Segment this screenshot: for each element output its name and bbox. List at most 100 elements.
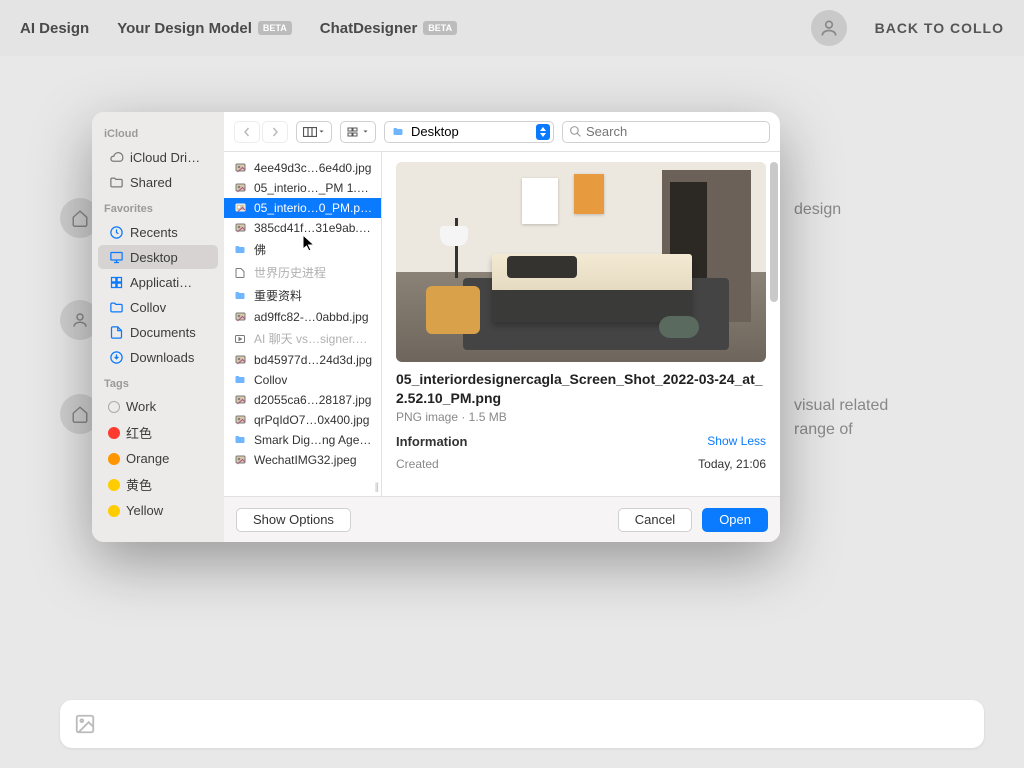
- sidebar-item-label: Downloads: [130, 350, 194, 365]
- file-name-label: 4ee49d3c…6e4d0.jpg: [254, 161, 371, 175]
- back-button[interactable]: [234, 121, 260, 143]
- search-icon: [569, 125, 582, 138]
- download-icon: [108, 349, 124, 365]
- file-row[interactable]: 4ee49d3c…6e4d0.jpg: [224, 158, 381, 178]
- grid-icon: [347, 127, 361, 137]
- forward-button[interactable]: [262, 121, 288, 143]
- sidebar-tag-yellow[interactable]: Yellow: [98, 499, 218, 522]
- file-type-icon: [232, 353, 248, 367]
- search-field[interactable]: [562, 121, 770, 143]
- tag-dot-icon: [108, 479, 120, 491]
- clock-icon: [108, 224, 124, 240]
- dialog-main: Desktop 4ee49d3c…6e4d0.jpg 05_interio…_PM…: [224, 112, 780, 542]
- file-type-icon: [232, 393, 248, 407]
- sidebar-item-label: Desktop: [130, 250, 178, 265]
- beta-badge: BETA: [423, 21, 457, 35]
- sidebar-item-documents[interactable]: Documents: [98, 320, 218, 344]
- folder-shared-icon: [108, 174, 124, 190]
- toolbar: Desktop: [224, 112, 780, 152]
- preview-scrollbar[interactable]: [770, 162, 778, 446]
- file-row[interactable]: 05_interio…_PM 1.png: [224, 178, 381, 198]
- search-input[interactable]: [586, 124, 763, 139]
- file-type-icon: [232, 453, 248, 467]
- group-by-button[interactable]: [340, 121, 376, 143]
- view-columns-button[interactable]: [296, 121, 332, 143]
- file-name-label: Smark Dig…ng Agency: [254, 433, 373, 447]
- sidebar-item-desktop[interactable]: Desktop: [98, 245, 218, 269]
- folder-icon: [108, 299, 124, 315]
- preview-pane: 05_interiordesignercagla_Screen_Shot_202…: [382, 152, 780, 496]
- show-less-toggle[interactable]: Show Less: [707, 434, 766, 448]
- tag-dot-icon: [108, 453, 120, 465]
- file-type-icon: [232, 289, 248, 303]
- file-row[interactable]: 385cd41f…31e9ab.jpg: [224, 218, 381, 238]
- file-name-label: AI 聊天 vs…signer.mov: [254, 330, 373, 347]
- stepper-icon: [536, 124, 550, 140]
- preview-filename: 05_interiordesignercagla_Screen_Shot_202…: [396, 370, 766, 408]
- user-avatar[interactable]: [811, 10, 847, 46]
- file-list[interactable]: 4ee49d3c…6e4d0.jpg 05_interio…_PM 1.png05…: [224, 152, 382, 496]
- sidebar-item-applications[interactable]: Applicati…: [98, 270, 218, 294]
- sidebar-tag-work[interactable]: Work: [98, 395, 218, 418]
- file-row[interactable]: AI 聊天 vs…signer.mov: [224, 327, 381, 350]
- sidebar-item-downloads[interactable]: Downloads: [98, 345, 218, 369]
- columns-icon: [303, 127, 317, 137]
- sidebar-item-label: Yellow: [126, 503, 163, 518]
- back-link[interactable]: BACK TO COLLO: [875, 20, 1004, 36]
- info-value: Today, 21:06: [698, 457, 766, 471]
- chat-text: visual relatedrange of: [794, 394, 888, 442]
- file-type-icon: [232, 332, 248, 346]
- sidebar-item-shared[interactable]: Shared: [98, 170, 218, 194]
- file-row[interactable]: Smark Dig…ng Agency: [224, 430, 381, 450]
- file-row[interactable]: ad9ffc82-…0abbd.jpg: [224, 307, 381, 327]
- preview-kind-size: PNG image · 1.5 MB: [396, 410, 766, 424]
- file-type-icon: [232, 201, 248, 215]
- file-row[interactable]: 05_interio…0_PM.png: [224, 198, 381, 218]
- file-row[interactable]: bd45977d…24d3d.jpg: [224, 350, 381, 370]
- sidebar-item-recents[interactable]: Recents: [98, 220, 218, 244]
- file-type-icon: [232, 413, 248, 427]
- file-name-label: 佛: [254, 241, 266, 258]
- sidebar-item-collov[interactable]: Collov: [98, 295, 218, 319]
- sidebar-item-label: Applicati…: [130, 275, 192, 290]
- file-name-label: 重要资料: [254, 287, 302, 304]
- dialog-footer: Show Options Cancel Open: [224, 496, 780, 542]
- sidebar-heading-icloud: iCloud: [92, 120, 224, 144]
- nav-ai-design[interactable]: AI Design: [20, 20, 89, 37]
- folder-icon: [391, 126, 405, 138]
- file-name-label: 世界历史进程: [254, 264, 326, 281]
- file-row[interactable]: qrPqIdO7…0x400.jpg: [224, 410, 381, 430]
- sidebar-tag-red[interactable]: 红色: [98, 419, 218, 446]
- nav-chatdesigner[interactable]: ChatDesigner BETA: [320, 20, 457, 37]
- sidebar-item-icloud-drive[interactable]: iCloud Dri…: [98, 145, 218, 169]
- file-type-icon: [232, 243, 248, 257]
- show-options-button[interactable]: Show Options: [236, 508, 351, 532]
- nav-label: Your Design Model: [117, 20, 252, 37]
- path-dropdown[interactable]: Desktop: [384, 121, 554, 143]
- sidebar-item-label: Shared: [130, 175, 172, 190]
- file-row[interactable]: Collov: [224, 370, 381, 390]
- cancel-button[interactable]: Cancel: [618, 508, 692, 532]
- path-label: Desktop: [411, 124, 459, 139]
- file-row[interactable]: 佛: [224, 238, 381, 261]
- column-resize-handle[interactable]: ||: [375, 482, 378, 493]
- sidebar-item-label: 红色: [126, 423, 152, 442]
- chat-input-bar[interactable]: [60, 700, 984, 748]
- open-button[interactable]: Open: [702, 508, 768, 532]
- file-row[interactable]: 重要资料: [224, 284, 381, 307]
- file-row[interactable]: 世界历史进程: [224, 261, 381, 284]
- file-name-label: bd45977d…24d3d.jpg: [254, 353, 372, 367]
- sidebar-tag-yellow-cn[interactable]: 黄色: [98, 471, 218, 498]
- sidebar-tag-orange[interactable]: Orange: [98, 447, 218, 470]
- sidebar-item-label: Work: [126, 399, 156, 414]
- preview-thumbnail: [396, 162, 766, 362]
- sidebar: iCloud iCloud Dri… Shared Favorites Rece…: [92, 112, 224, 542]
- file-type-icon: [232, 221, 248, 235]
- file-row[interactable]: d2055ca6…28187.jpg: [224, 390, 381, 410]
- app-icon: [108, 274, 124, 290]
- beta-badge: BETA: [258, 21, 292, 35]
- file-row[interactable]: WechatIMG32.jpeg: [224, 450, 381, 470]
- sidebar-item-label: Collov: [130, 300, 166, 315]
- nav-your-design-model[interactable]: Your Design Model BETA: [117, 20, 292, 37]
- file-open-dialog: iCloud iCloud Dri… Shared Favorites Rece…: [92, 112, 780, 542]
